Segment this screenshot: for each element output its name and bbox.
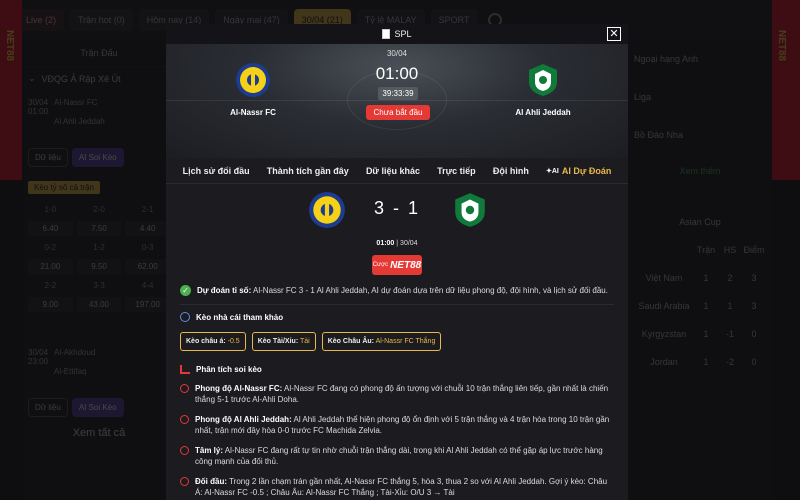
league-icon <box>382 29 391 39</box>
modal-tabs: Lịch sử đối đầu Thành tích gần đây Dữ li… <box>166 158 628 184</box>
prediction-section: ✓ Dự đoán tỉ số: Al-Nassr FC 3 - 1 Al Ah… <box>166 285 628 498</box>
analysis-item: Phong độ Al Ahli Jeddah: Al Ahli Jeddah … <box>180 414 614 436</box>
analysis-item: Tâm lý: Al-Nassr FC đang rất tự tin nhờ … <box>180 445 614 467</box>
tab-lineup[interactable]: Đội hình <box>493 166 529 176</box>
close-button[interactable]: ✕ <box>607 27 621 41</box>
ball-icon <box>180 446 189 455</box>
away-team-name: Al Ahli Jeddah <box>515 108 571 117</box>
countdown-badge: 39:33:39 <box>378 87 418 100</box>
close-icon: ✕ <box>609 28 619 40</box>
away-team[interactable]: Al Ahli Jeddah <box>503 62 583 117</box>
globe-icon <box>180 312 190 322</box>
al-nassr-logo-icon <box>236 63 270 97</box>
modal-header: SPL <box>166 24 628 44</box>
league-name: SPL <box>394 29 412 39</box>
score-value: 3 - 1 <box>373 198 421 218</box>
score-prediction: ✓ Dự đoán tỉ số: Al-Nassr FC 3 - 1 Al Ah… <box>180 285 614 305</box>
match-date: 30/04 <box>386 49 408 58</box>
tab-head-to-head[interactable]: Lịch sử đối đầu <box>183 166 250 176</box>
ball-icon <box>180 384 189 393</box>
match-hero: 30/04 01:00 39:33:39 Chưa bắt đầu Al-Nas… <box>166 44 628 158</box>
reference-odds: Kèo châu á: -0.5 Kèo Tài/Xỉu: Tài Kèo Ch… <box>180 332 614 351</box>
predicted-score: 3 - 1 <box>166 184 628 236</box>
tab-live[interactable]: Trực tiếp <box>437 166 476 176</box>
asian-handicap-chip[interactable]: Kèo châu á: -0.5 <box>180 332 246 351</box>
match-detail-modal: SPL ✕ 30/04 01:00 39:33:39 Chưa bắt đầu … <box>166 24 628 500</box>
al-ahli-logo-icon <box>455 193 485 227</box>
ball-icon <box>180 477 189 486</box>
ball-icon <box>180 415 189 424</box>
european-odds-chip[interactable]: Kèo Châu Âu: Al-Nassr FC Thắng <box>321 332 442 351</box>
check-icon: ✓ <box>180 285 191 296</box>
reference-odds-title: Kèo nhà cái tham khảo <box>180 312 614 322</box>
chart-icon <box>180 365 190 374</box>
status-badge: Chưa bắt đầu <box>366 105 430 120</box>
bet-banner[interactable]: Cược NET88 <box>372 255 422 275</box>
home-team[interactable]: Al-Nassr FC <box>213 62 293 117</box>
over-under-chip[interactable]: Kèo Tài/Xỉu: Tài <box>251 332 316 351</box>
tab-recent-form[interactable]: Thành tích gần đây <box>267 166 349 176</box>
tab-ai-prediction[interactable]: ✦AI AI Dự Đoán <box>546 166 611 176</box>
tab-other-data[interactable]: Dữ liệu khác <box>366 166 420 176</box>
al-ahli-logo-icon <box>529 64 557 96</box>
analysis-item: Đối đầu: Trong 2 lần chạm trán gần nhất,… <box>180 476 614 498</box>
ai-sparkle-icon: ✦AI <box>545 167 559 175</box>
analysis-title: Phân tích soi kèo <box>180 365 614 374</box>
analysis-item: Phong độ Al-Nassr FC: Al-Nassr FC đang c… <box>180 383 614 405</box>
kickoff-info: 01:00 | 30/04 <box>376 240 418 247</box>
home-team-name: Al-Nassr FC <box>230 108 276 117</box>
